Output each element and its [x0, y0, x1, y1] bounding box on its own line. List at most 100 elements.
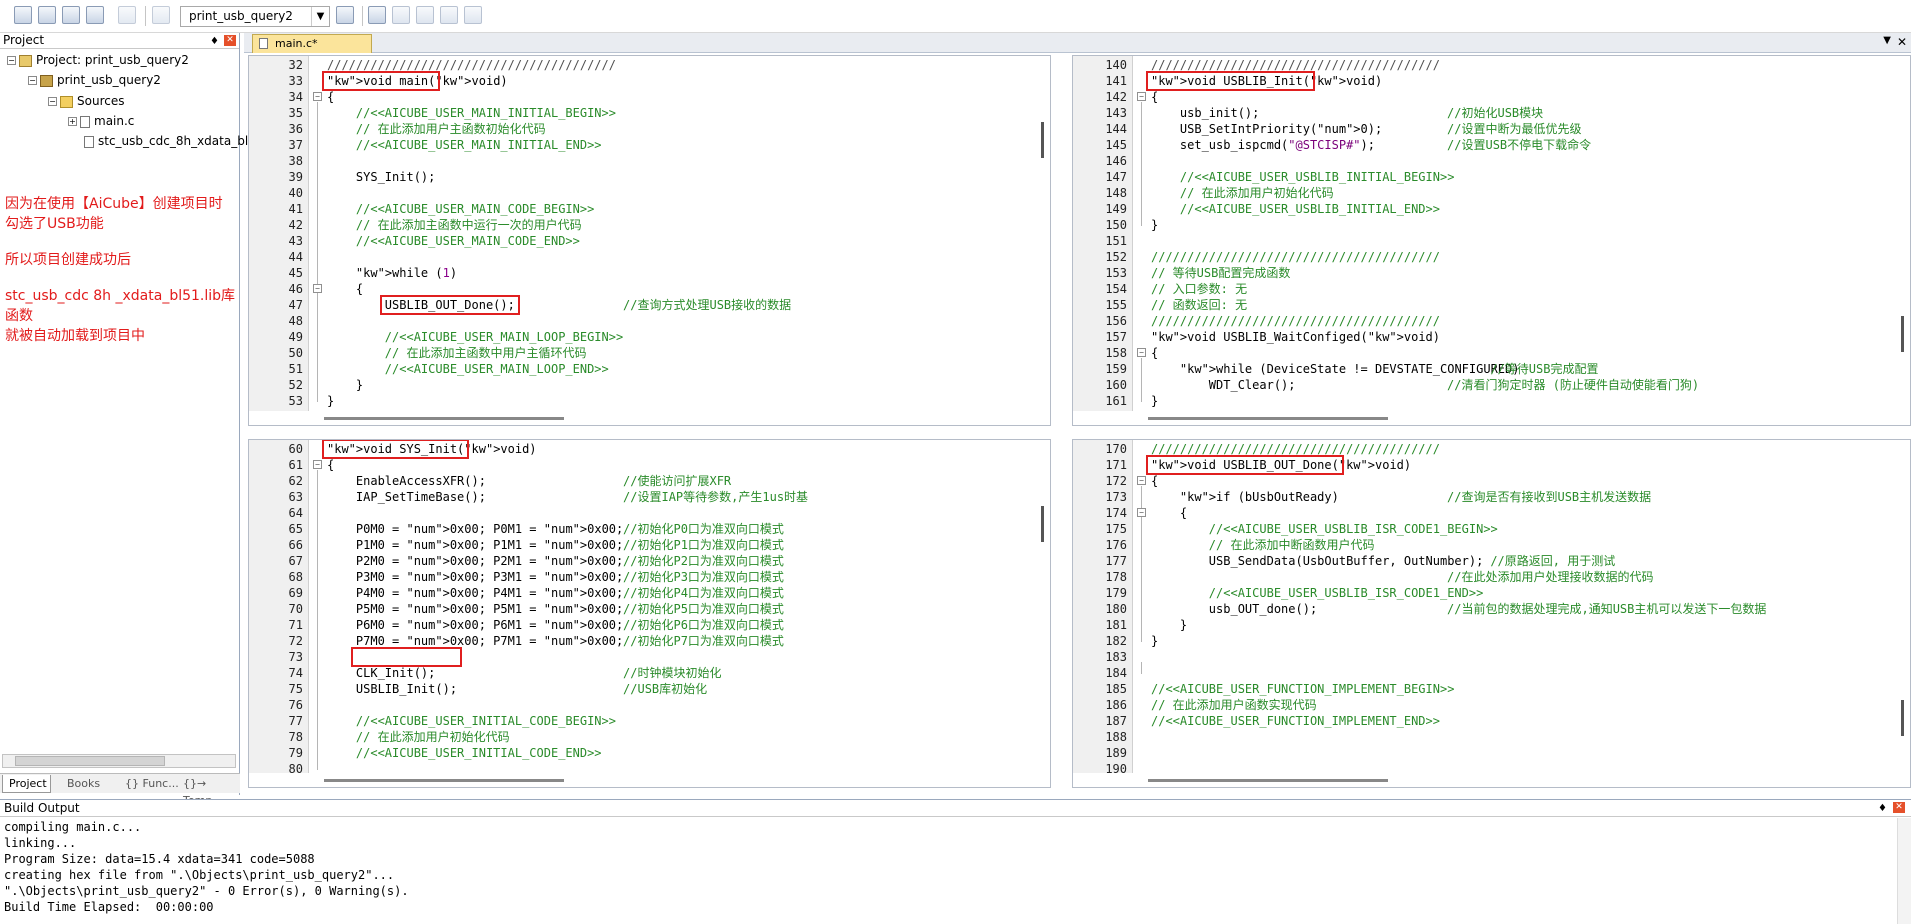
close-icon[interactable]: ✕ [224, 35, 236, 46]
editor-pane-bottom-right[interactable]: 170 /////////////////////////////////////… [1072, 439, 1911, 788]
tree-root[interactable]: − Project: print_usb_query2 [7, 51, 189, 69]
fold-toggle-icon[interactable]: − [1137, 508, 1146, 517]
manage-components-icon[interactable] [368, 6, 386, 24]
scroll-thumb[interactable] [1041, 506, 1044, 542]
vertical-scrollbar[interactable] [1896, 56, 1910, 411]
fold-toggle-icon[interactable]: − [313, 284, 322, 293]
fold-toggle-icon[interactable]: − [1137, 476, 1146, 485]
code-line: 71 P6M0 = "num">0x00; P6M1 = "num">0x00;… [249, 617, 1036, 633]
code-line: 143 usb_init(); //初始化USB模块 [1073, 105, 1896, 121]
code-area[interactable]: 32 //////////////////////////////////////… [249, 56, 1036, 411]
fold-toggle-icon[interactable]: − [1137, 92, 1146, 101]
code-line: 160 WDT_Clear(); //清看门狗定时器 (防止硬件自动使能看门狗) [1073, 377, 1896, 393]
line-number: 60 [288, 442, 303, 456]
tab-main-c[interactable]: main.c* [252, 34, 372, 53]
horizontal-scrollbar[interactable] [309, 773, 1036, 787]
code-text: { [1151, 474, 1159, 488]
collapse-icon[interactable]: − [7, 56, 16, 65]
tree-file-main[interactable]: + main.c [68, 112, 134, 130]
annotation: 因为在使用【AiCube】创建项目时 勾选了USB功能 所以项目创建成功后 st… [5, 194, 240, 346]
code-line: 72 P7M0 = "num">0x00; P7M1 = "num">0x00;… [249, 633, 1036, 649]
code-comment: //在此处添加用户处理接收数据的代码 [1447, 570, 1654, 584]
code-area[interactable]: 140 /////////////////////////////////////… [1073, 56, 1896, 411]
code-line: 181 } [1073, 617, 1896, 633]
scroll-thumb[interactable] [1901, 316, 1904, 352]
tab-books[interactable]: Books [64, 775, 103, 793]
code-text: //<<AICUBE_USER_MAIN_CODE_END>> [327, 234, 580, 248]
select-packs-icon[interactable] [440, 6, 458, 24]
project-scrollbar[interactable] [2, 754, 236, 768]
scroll-thumb[interactable] [1148, 417, 1388, 420]
pack-installer-icon[interactable] [416, 6, 434, 24]
code-line: 46 − { [249, 281, 1036, 297]
tree-file-lib[interactable]: stc_usb_cdc_8h_xdata_bl [84, 132, 248, 150]
code-comment: //使能访问扩展XFR [623, 474, 732, 488]
editor-tabs: main.c* ▼ ✕ [244, 33, 1911, 53]
rebuild-icon[interactable] [62, 6, 80, 24]
line-number: 67 [288, 554, 303, 568]
build-output-scrollbar[interactable] [1897, 818, 1911, 924]
vertical-scrollbar[interactable] [1896, 440, 1910, 773]
batch-build-icon[interactable] [86, 6, 104, 24]
line-number: 78 [288, 730, 303, 744]
target-options-icon[interactable] [336, 6, 354, 24]
code-area[interactable]: 170 /////////////////////////////////////… [1073, 440, 1896, 773]
tree-target[interactable]: − print_usb_query2 [28, 71, 161, 89]
collapse-icon[interactable]: − [48, 97, 57, 106]
chevron-down-icon[interactable]: ▼ [311, 7, 329, 26]
horizontal-scrollbar[interactable] [1133, 411, 1896, 425]
download-icon[interactable] [152, 6, 170, 24]
code-line: 76 [249, 697, 1036, 713]
multi-project-icon[interactable] [392, 6, 410, 24]
editor-pane-bottom-left[interactable]: 60 "kw">void SYS_Init("kw">void) 61 −{62 En… [248, 439, 1051, 788]
line-number: 51 [288, 362, 303, 376]
tab-templates[interactable]: {}→ Temp... [180, 775, 240, 807]
expand-icon[interactable]: + [68, 117, 77, 126]
horizontal-scrollbar[interactable] [309, 411, 1036, 425]
scroll-thumb[interactable] [324, 417, 564, 420]
scroll-thumb[interactable] [15, 756, 165, 766]
scroll-thumb[interactable] [1148, 779, 1388, 782]
line-number: 189 [1105, 746, 1127, 760]
tree-group[interactable]: − Sources [48, 92, 124, 110]
line-number: 80 [288, 762, 303, 773]
close-icon[interactable]: ✕ [1893, 802, 1905, 813]
tab-label: main.c* [275, 37, 318, 50]
line-number: 177 [1105, 554, 1127, 568]
fold-toggle-icon[interactable]: − [313, 460, 322, 469]
tab-functions[interactable]: {} Func... [122, 775, 182, 793]
editor-pane-top-right[interactable]: 140 /////////////////////////////////////… [1072, 55, 1911, 426]
line-number: 48 [288, 314, 303, 328]
code-line: 170 /////////////////////////////////////… [1073, 441, 1896, 457]
collapse-icon[interactable]: − [28, 76, 37, 85]
line-number: 74 [288, 666, 303, 680]
build-icon[interactable] [38, 6, 56, 24]
chevron-down-icon[interactable]: ▼ [1883, 35, 1891, 46]
code-text: //<<AICUBE_USER_INITIAL_CODE_END>> [327, 746, 602, 760]
line-number: 149 [1105, 202, 1127, 216]
scroll-thumb[interactable] [1901, 700, 1904, 736]
scroll-thumb[interactable] [1041, 122, 1044, 158]
translate-icon[interactable] [14, 6, 32, 24]
vertical-scrollbar[interactable] [1036, 440, 1050, 773]
code-line: 60 "kw">void SYS_Init("kw">void) [249, 441, 1036, 457]
pin-icon[interactable]: ♦ [1878, 801, 1887, 817]
code-line: 37 //<<AICUBE_USER_MAIN_INITIAL_END>> [249, 137, 1036, 153]
scroll-thumb[interactable] [324, 779, 564, 782]
gear-icon[interactable] [464, 6, 482, 24]
close-icon[interactable]: ✕ [1897, 35, 1907, 49]
fold-toggle-icon[interactable]: − [1137, 348, 1146, 357]
pin-icon[interactable]: ♦ [210, 34, 219, 49]
build-output-line: creating hex file from ".\Objects\print_… [4, 868, 395, 882]
tab-project[interactable]: Project [2, 775, 51, 793]
fold-toggle-icon[interactable]: − [313, 92, 322, 101]
stop-build-icon[interactable] [118, 6, 136, 24]
horizontal-scrollbar[interactable] [1133, 773, 1896, 787]
line-number: 175 [1105, 522, 1127, 536]
editor-pane-top-left[interactable]: 32 //////////////////////////////////////… [248, 55, 1051, 426]
code-area[interactable]: 60 "kw">void SYS_Init("kw">void) 61 −{62 En… [249, 440, 1036, 773]
vertical-scrollbar[interactable] [1036, 56, 1050, 411]
code-line: 48 [249, 313, 1036, 329]
file-icon [80, 115, 90, 128]
target-select[interactable]: print_usb_query2 ▼ [180, 6, 330, 27]
